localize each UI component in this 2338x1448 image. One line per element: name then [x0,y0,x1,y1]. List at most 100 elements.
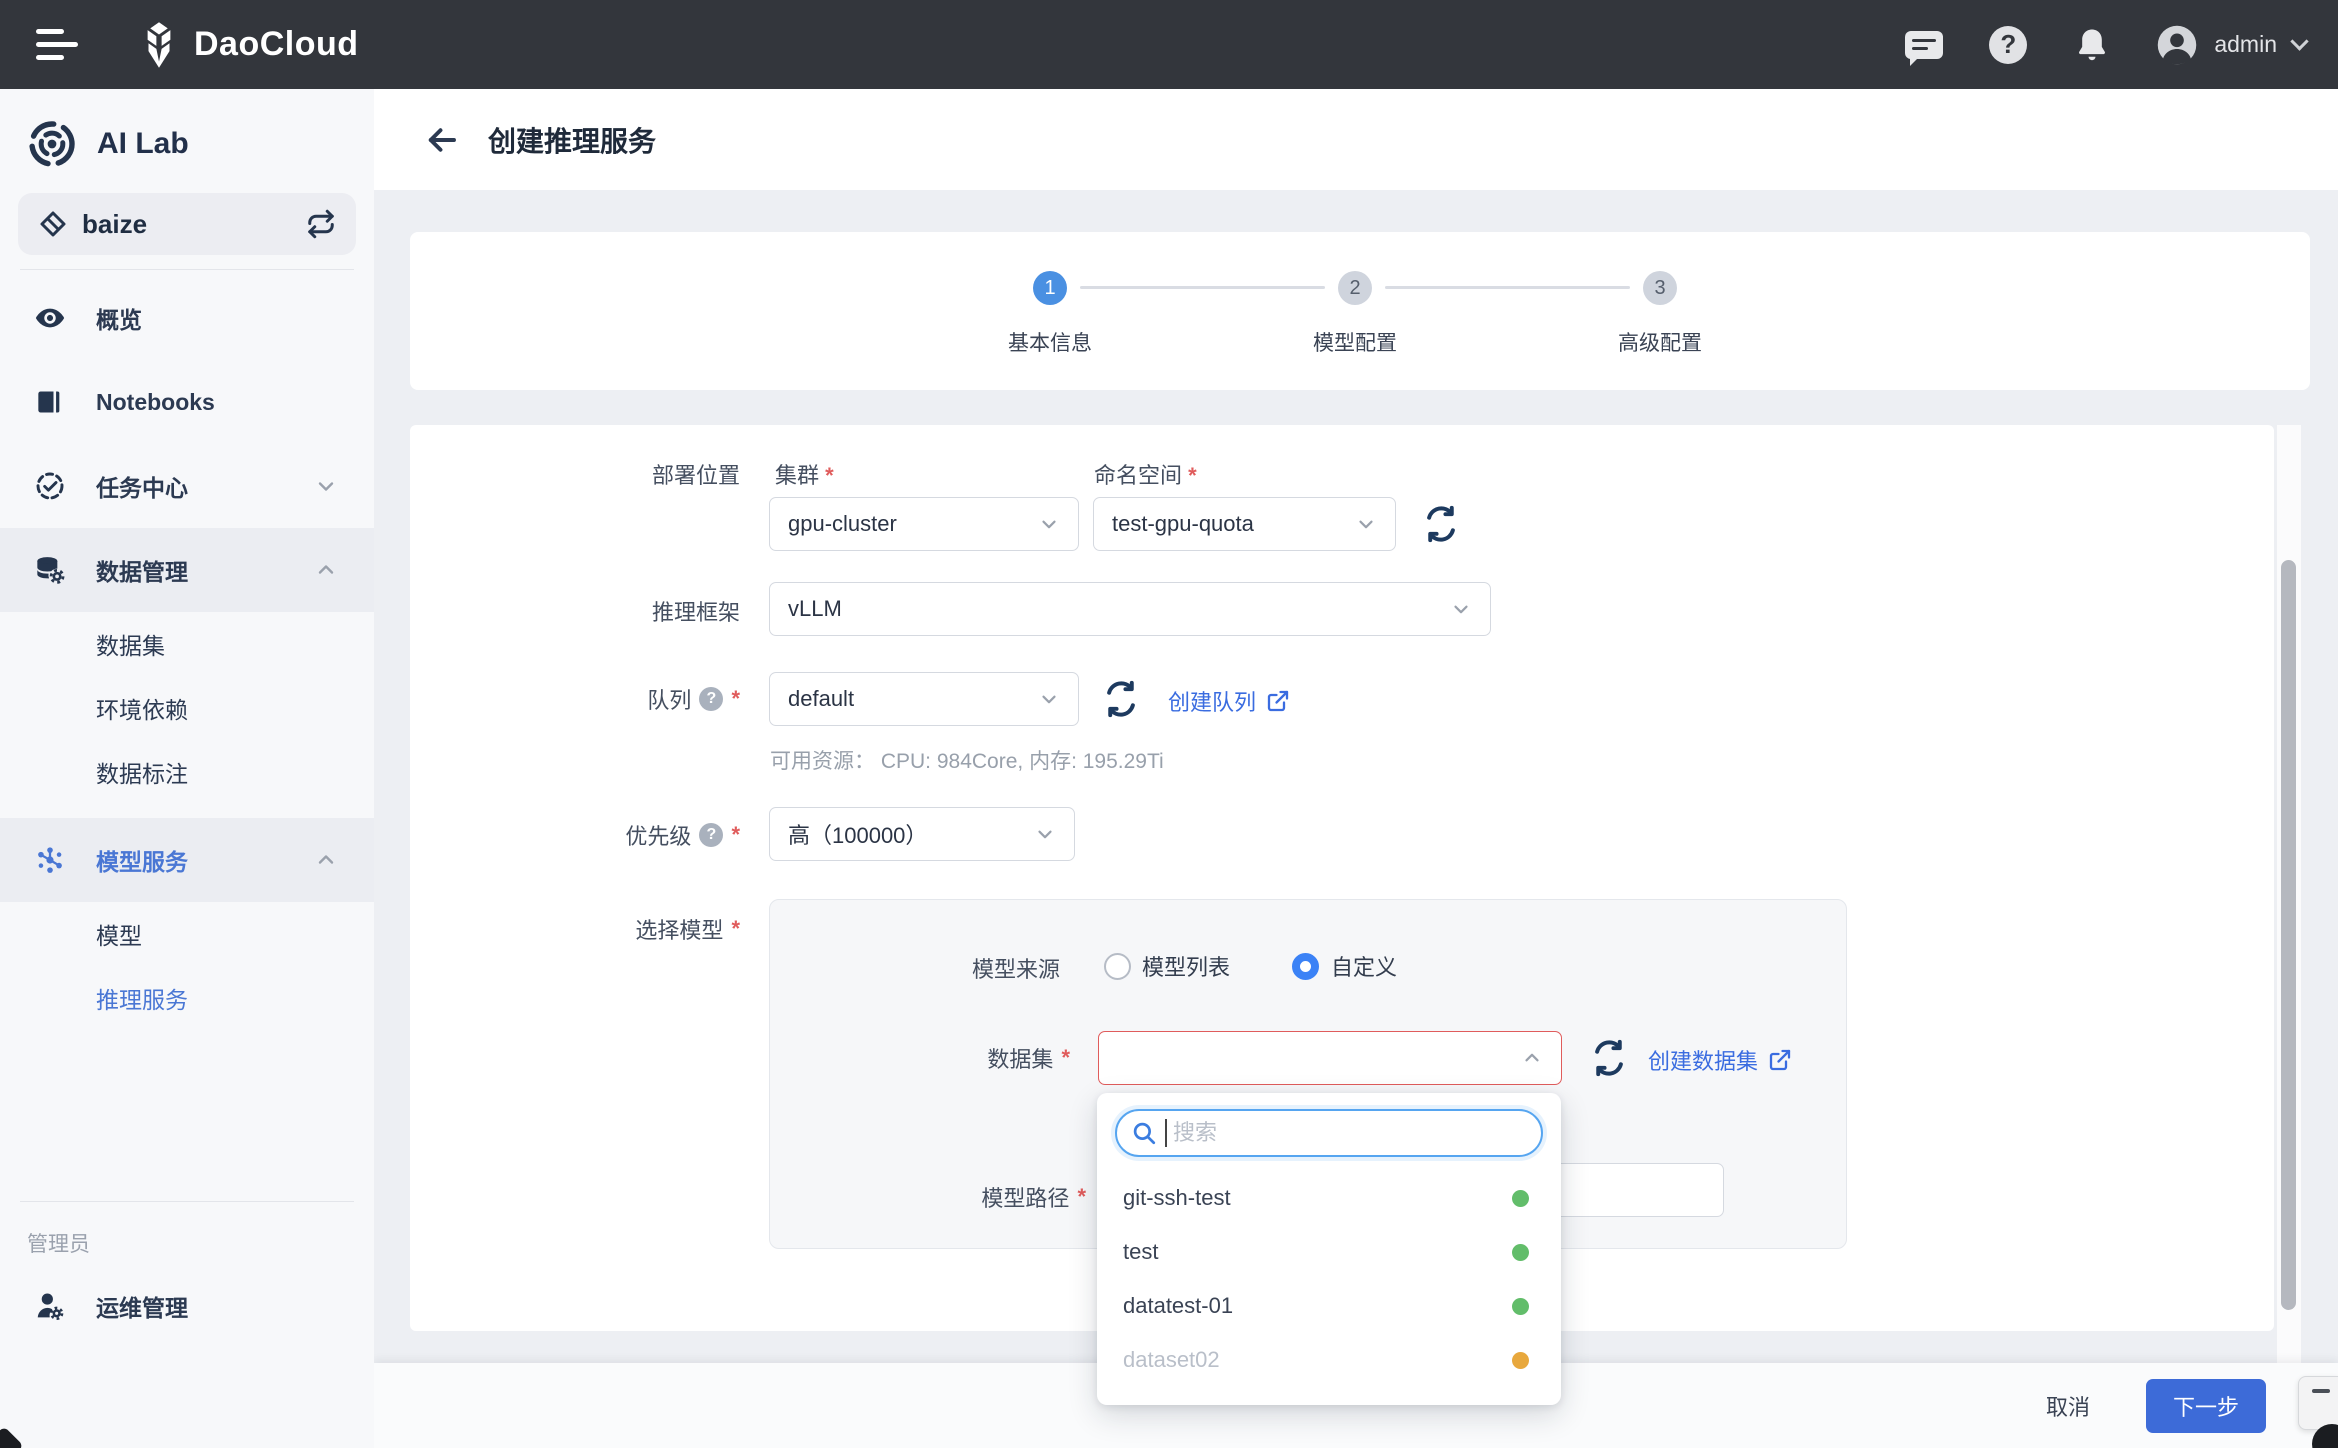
chevron-down-icon [1038,513,1060,535]
chevron-down-icon [1034,823,1056,845]
workspace-switch-icon[interactable] [306,209,336,239]
next-step-button[interactable]: 下一步 [2146,1379,2266,1433]
scrollbar-thumb[interactable] [2281,560,2296,1310]
sidebar-subitem-label: 环境依赖 [96,691,188,725]
help-tooltip-icon[interactable]: ? [699,823,723,847]
external-link-icon [1768,1048,1792,1072]
sidebar-item-ops-management[interactable]: 运维管理 [0,1264,374,1348]
select-model-label: 选择模型 * [410,913,740,945]
model-list-radio[interactable] [1104,953,1131,980]
notifications-bell-icon[interactable] [2072,25,2112,65]
dataset-label: 数据集 * [770,1042,1070,1074]
back-arrow-icon[interactable] [424,122,460,158]
page-header: 创建推理服务 [374,89,2338,190]
step-connector [1385,286,1630,289]
dataset-select[interactable] [1098,1031,1562,1085]
corner-artifact [0,1426,24,1448]
required-mark: * [825,463,834,488]
dataset-search-box[interactable] [1115,1109,1543,1157]
help-icon[interactable]: ? [1988,25,2028,65]
dataset-option-list: git-ssh-test test datatest-01 dataset02 [1097,1171,1561,1387]
step-2-circle[interactable]: 2 [1338,271,1372,305]
model-list-radio-label[interactable]: 模型列表 [1142,950,1230,982]
daocloud-logo-icon [138,22,180,68]
refresh-namespace-icon[interactable] [1422,505,1460,543]
search-icon [1131,1120,1157,1146]
custom-radio[interactable] [1292,953,1319,980]
cluster-select[interactable]: gpu-cluster [769,497,1079,551]
required-mark: * [1077,1184,1086,1210]
cancel-button[interactable]: 取消 [2046,1390,2090,1422]
sidebar-item-label: 任务中心 [96,469,188,503]
dataset-option[interactable]: test [1097,1225,1561,1279]
framework-select[interactable]: vLLM [769,582,1491,636]
sidebar-subitem-label: 数据标注 [96,755,188,789]
queue-label: 队列 ? * [410,683,740,715]
sidebar-item-model-services[interactable]: 模型服务 [0,818,374,902]
messages-icon[interactable] [1904,25,1944,65]
priority-select[interactable]: 高（100000） [769,807,1075,861]
hamburger-menu-icon[interactable] [36,25,82,65]
sidebar-item-models[interactable]: 模型 [0,902,374,966]
required-mark: * [731,686,740,712]
username: admin [2214,31,2277,58]
status-dot-orange [1512,1352,1529,1369]
deploy-location-label: 部署位置 [410,458,740,490]
daocloud-logo[interactable]: DaoCloud [138,22,359,68]
external-link-icon [1266,689,1290,713]
admin-section-label: 管理员 [0,1202,374,1264]
status-dot-green [1512,1190,1529,1207]
step-3-circle[interactable]: 3 [1643,271,1677,305]
page-title: 创建推理服务 [488,120,656,160]
product-header: AI Lab [0,89,374,185]
divider [20,269,354,270]
custom-radio-label[interactable]: 自定义 [1331,950,1397,982]
sidebar-item-label: 运维管理 [96,1289,188,1323]
task-check-icon [34,470,66,502]
refresh-dataset-icon[interactable] [1590,1039,1628,1077]
step-1-label: 基本信息 [1008,327,1092,357]
sidebar-item-notebooks[interactable]: Notebooks [0,360,374,444]
database-gear-icon [34,554,66,586]
edge-floating-widget[interactable] [2298,1376,2338,1430]
sidebar-item-label: Notebooks [96,389,215,416]
namespace-label: 命名空间 * [1094,458,1197,490]
sidebar-subitem-label: 模型 [96,917,142,951]
queue-select[interactable]: default [769,672,1079,726]
user-gear-icon [34,1290,66,1322]
required-mark: * [731,822,740,848]
sidebar-item-overview[interactable]: 概览 [0,276,374,360]
help-tooltip-icon[interactable]: ? [699,687,723,711]
sidebar-item-label: 数据管理 [96,553,188,587]
chevron-up-icon [314,558,338,582]
workspace-selector[interactable]: baize [18,193,356,255]
step-2-label: 模型配置 [1313,327,1397,357]
sidebar-item-label: 概览 [96,301,142,335]
sidebar-item-data-management[interactable]: 数据管理 [0,528,374,612]
dataset-option[interactable]: datatest-01 [1097,1279,1561,1333]
sidebar-subitem-label: 数据集 [96,627,165,661]
sidebar-item-data-annotation[interactable]: 数据标注 [0,740,374,804]
create-dataset-link[interactable]: 创建数据集 [1648,1044,1792,1076]
framework-label: 推理框架 [410,595,740,627]
create-queue-link[interactable]: 创建队列 [1168,685,1290,717]
user-menu[interactable]: admin [2156,24,2306,66]
dataset-dropdown-panel: git-ssh-test test datatest-01 dataset02 [1097,1093,1561,1405]
dataset-search-input[interactable] [1173,1120,1527,1146]
required-mark: * [1188,463,1197,488]
status-dot-green [1512,1244,1529,1261]
sidebar-item-env-dependencies[interactable]: 环境依赖 [0,676,374,740]
sidebar-item-datasets[interactable]: 数据集 [0,612,374,676]
sidebar-item-inference-services[interactable]: 推理服务 [0,966,374,1030]
workspace-icon [38,209,68,239]
model-path-label: 模型路径 * [770,1181,1086,1213]
sidebar-item-task-center[interactable]: 任务中心 [0,444,374,528]
refresh-queue-icon[interactable] [1102,680,1140,718]
product-name: AI Lab [97,127,189,161]
top-header: DaoCloud ? admin [0,0,2338,89]
namespace-select[interactable]: test-gpu-quota [1093,497,1396,551]
step-1-circle[interactable]: 1 [1033,271,1067,305]
wizard-stepper: 1 2 3 基本信息 模型配置 高级配置 [410,232,2310,390]
dataset-option[interactable]: git-ssh-test [1097,1171,1561,1225]
sidebar: AI Lab baize 概览 [0,89,374,1448]
